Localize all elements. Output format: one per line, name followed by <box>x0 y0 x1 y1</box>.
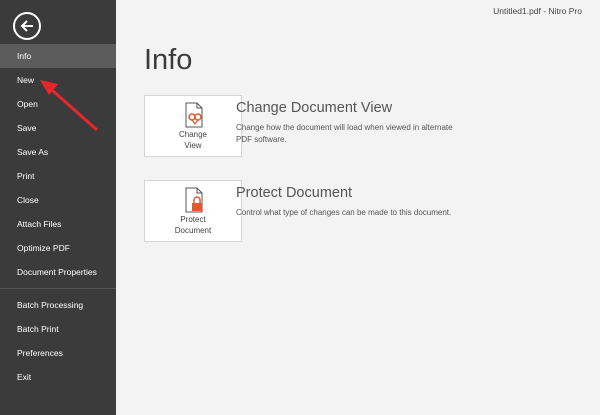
page-title: Info <box>144 44 193 76</box>
menu-item-attach-files[interactable]: Attach Files <box>0 212 116 236</box>
menu-item-open[interactable]: Open <box>0 92 116 116</box>
back-button[interactable] <box>13 12 41 40</box>
backstage-sidebar: Info New Open Save Save As Print Close A… <box>0 0 116 415</box>
arrow-left-icon <box>20 20 33 32</box>
backstage-menu: Info New Open Save Save As Print Close A… <box>0 44 116 389</box>
change-document-view-description: Change how the document will load when v… <box>236 123 453 144</box>
menu-item-close[interactable]: Close <box>0 188 116 212</box>
menu-item-save-as[interactable]: Save As <box>0 140 116 164</box>
menu-item-document-properties[interactable]: Document Properties <box>0 260 116 284</box>
protect-document-description: Control what type of changes can be made… <box>236 208 452 217</box>
menu-item-new[interactable]: New <box>0 68 116 92</box>
document-lock-icon <box>185 187 203 213</box>
document-view-icon <box>185 102 203 128</box>
protect-document-title: Protect Document <box>236 185 353 201</box>
menu-item-optimize-pdf[interactable]: Optimize PDF <box>0 236 116 260</box>
window-title: Untitled1.pdf - Nitro Pro <box>493 6 582 16</box>
change-view-button[interactable]: Change View <box>144 95 242 157</box>
menu-item-batch-print[interactable]: Batch Print <box>0 317 116 341</box>
change-document-view-title: Change Document View <box>236 100 393 116</box>
menu-item-preferences[interactable]: Preferences <box>0 341 116 365</box>
protect-document-button[interactable]: Protect Document <box>144 180 242 242</box>
menu-item-exit[interactable]: Exit <box>0 365 116 389</box>
menu-item-batch-processing[interactable]: Batch Processing <box>0 293 116 317</box>
menu-item-info[interactable]: Info <box>0 44 116 68</box>
protect-document-label: Protect Document <box>174 215 212 235</box>
change-view-label: Change View <box>178 130 208 150</box>
menu-divider <box>0 288 116 289</box>
info-panel: Untitled1.pdf - Nitro Pro Info Change Vi… <box>116 0 600 415</box>
menu-item-save[interactable]: Save <box>0 116 116 140</box>
menu-item-print[interactable]: Print <box>0 164 116 188</box>
